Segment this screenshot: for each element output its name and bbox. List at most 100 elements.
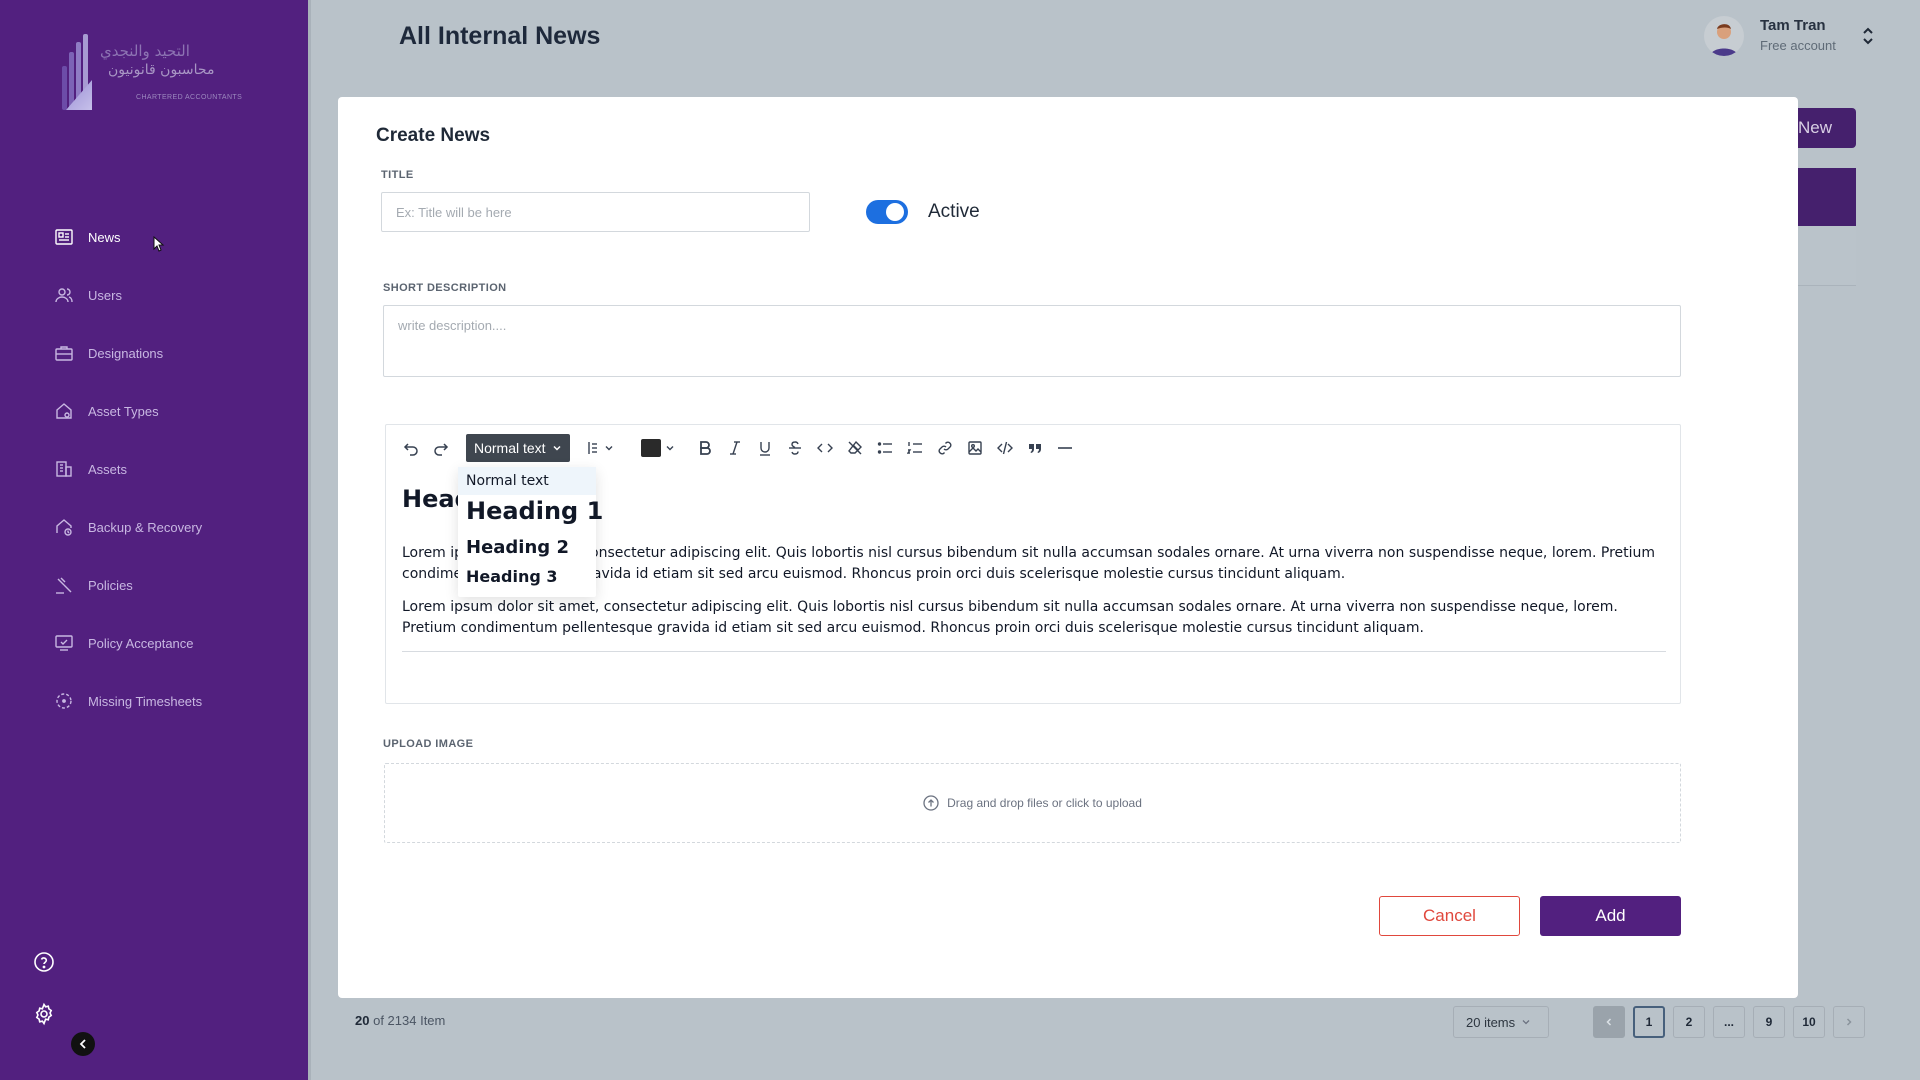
table-row: [1790, 226, 1856, 286]
pagination-page-2[interactable]: 2: [1673, 1006, 1705, 1038]
text-color-swatch: [640, 439, 661, 457]
italic-icon: [729, 441, 740, 455]
upload-image-label: UPLOAD IMAGE: [383, 738, 474, 750]
create-news-modal: Create News TITLE Active SHORT DESCRIPTI…: [338, 97, 1798, 998]
chevron-right-icon: [1846, 1018, 1852, 1026]
logo-arabic-line2: محاسبون قانونيون: [108, 62, 215, 78]
user-name: Tam Tran: [1760, 17, 1826, 34]
settings-gear-icon[interactable]: [32, 1002, 56, 1026]
company-logo: التحيد والنجدي محاسبون قانونيون CHARTERE…: [60, 34, 242, 112]
ordered-list-icon: [906, 442, 922, 454]
sidebar-item-missing-timesheets[interactable]: Missing Timesheets: [54, 684, 284, 718]
sidebar-item-users[interactable]: Users: [54, 278, 284, 312]
italic-button[interactable]: [720, 434, 750, 462]
avatar[interactable]: [1704, 16, 1744, 56]
chevron-down-icon: [1522, 1020, 1530, 1025]
bullet-list-icon: [877, 442, 892, 454]
underline-icon: [759, 442, 770, 456]
sidebar-item-label: Missing Timesheets: [88, 693, 203, 709]
image-button[interactable]: [960, 434, 990, 462]
underline-button[interactable]: [750, 434, 780, 462]
add-button[interactable]: Add: [1540, 896, 1681, 936]
pagination-prev-button[interactable]: [1593, 1006, 1625, 1038]
code-block-button[interactable]: [990, 434, 1020, 462]
briefcase-icon: [55, 346, 73, 361]
chevron-down-icon: [666, 446, 674, 451]
account-switch-chevrons-icon[interactable]: [1860, 24, 1876, 48]
block-type-select[interactable]: Normal text: [466, 434, 570, 462]
editor-horizontal-rule: [402, 651, 1666, 652]
eraser-icon: [847, 440, 862, 455]
pagination-page-10[interactable]: 10: [1793, 1006, 1825, 1038]
backup-icon: [56, 519, 72, 536]
pagination-page-9[interactable]: 9: [1753, 1006, 1785, 1038]
upload-dropzone[interactable]: Drag and drop files or click to upload: [384, 763, 1681, 843]
link-button[interactable]: [930, 434, 960, 462]
sidebar-item-policies[interactable]: Policies: [54, 568, 284, 602]
building-icon: [56, 461, 72, 477]
block-type-value: Normal text: [474, 440, 546, 456]
blockquote-button[interactable]: [1020, 434, 1050, 462]
toggle-knob: [886, 203, 904, 221]
dropdown-option-heading-3[interactable]: Heading 3: [466, 567, 558, 586]
title-label: TITLE: [381, 169, 414, 181]
bullet-list-button[interactable]: [870, 434, 900, 462]
sidebar-item-label: Assets: [88, 461, 128, 477]
page-title: All Internal News: [399, 22, 601, 50]
upload-hint-text: Drag and drop files or click to upload: [947, 796, 1142, 810]
cancel-button[interactable]: Cancel: [1379, 896, 1520, 936]
sidebar-item-label: Designations: [88, 345, 164, 361]
sidebar-item-news[interactable]: News: [54, 220, 284, 254]
pagination-ellipsis[interactable]: ...: [1713, 1006, 1745, 1038]
text-color-button[interactable]: [632, 434, 684, 462]
ordered-list-button[interactable]: [900, 434, 930, 462]
item-count-total: of 2134 Item: [373, 1013, 446, 1028]
short-description-label: SHORT DESCRIPTION: [383, 282, 507, 294]
dropdown-option-heading-2[interactable]: Heading 2: [466, 537, 569, 558]
sidebar-item-label: Policy Acceptance: [88, 635, 194, 651]
link-icon: [938, 441, 952, 455]
gavel-icon: [56, 577, 72, 594]
bold-icon: [699, 441, 711, 455]
line-spacing-icon: [587, 442, 597, 454]
sidebar-item-designations[interactable]: Designations: [54, 336, 284, 370]
clear-format-button[interactable]: [840, 434, 870, 462]
sidebar: التحيد والنجدي محاسبون قانونيون CHARTERE…: [0, 0, 308, 1080]
dropdown-option-heading-1[interactable]: Heading 1: [466, 497, 603, 525]
pagination-page-1[interactable]: 1: [1633, 1006, 1665, 1038]
home-asset-icon: [56, 403, 72, 419]
items-per-page-select[interactable]: 20 items: [1453, 1006, 1549, 1038]
sidebar-item-backup-recovery[interactable]: Backup & Recovery: [54, 510, 284, 544]
pagination-next-button[interactable]: [1833, 1006, 1865, 1038]
sidebar-item-label: Asset Types: [88, 403, 159, 419]
collapse-sidebar-button[interactable]: [71, 1032, 95, 1056]
paragraph-1-line-1-start: Lorem ip: [402, 545, 464, 561]
redo-button[interactable]: [426, 434, 456, 462]
short-description-input[interactable]: [383, 305, 1681, 377]
horizontal-rule-icon: [1057, 447, 1072, 449]
strikethrough-button[interactable]: [780, 434, 810, 462]
table-header: [1790, 168, 1856, 226]
newspaper-icon: [55, 229, 73, 245]
chevron-left-icon: [79, 1039, 86, 1049]
paragraph-1-line-2-start: condime: [402, 566, 463, 582]
undo-button[interactable]: [396, 434, 426, 462]
line-height-button[interactable]: [578, 434, 622, 462]
sidebar-item-assets[interactable]: Assets: [54, 452, 284, 486]
sidebar-item-label: Policies: [88, 577, 133, 593]
title-input[interactable]: [381, 192, 810, 232]
dropdown-option-normal-text[interactable]: Normal text: [458, 467, 596, 495]
horizontal-rule-button[interactable]: [1050, 434, 1080, 462]
sidebar-item-asset-types[interactable]: Asset Types: [54, 394, 284, 428]
active-label: Active: [928, 201, 980, 222]
help-icon[interactable]: [32, 950, 56, 974]
modal-title: Create News: [376, 125, 491, 146]
mouse-cursor-icon: [153, 236, 165, 252]
sidebar-divider: [308, 0, 311, 1080]
sidebar-item-label: News: [88, 229, 121, 245]
active-toggle[interactable]: [866, 200, 908, 224]
sidebar-item-policy-acceptance[interactable]: Policy Acceptance: [54, 626, 284, 660]
bold-button[interactable]: [690, 434, 720, 462]
monitor-check-icon: [55, 635, 73, 651]
inline-code-button[interactable]: [810, 434, 840, 462]
